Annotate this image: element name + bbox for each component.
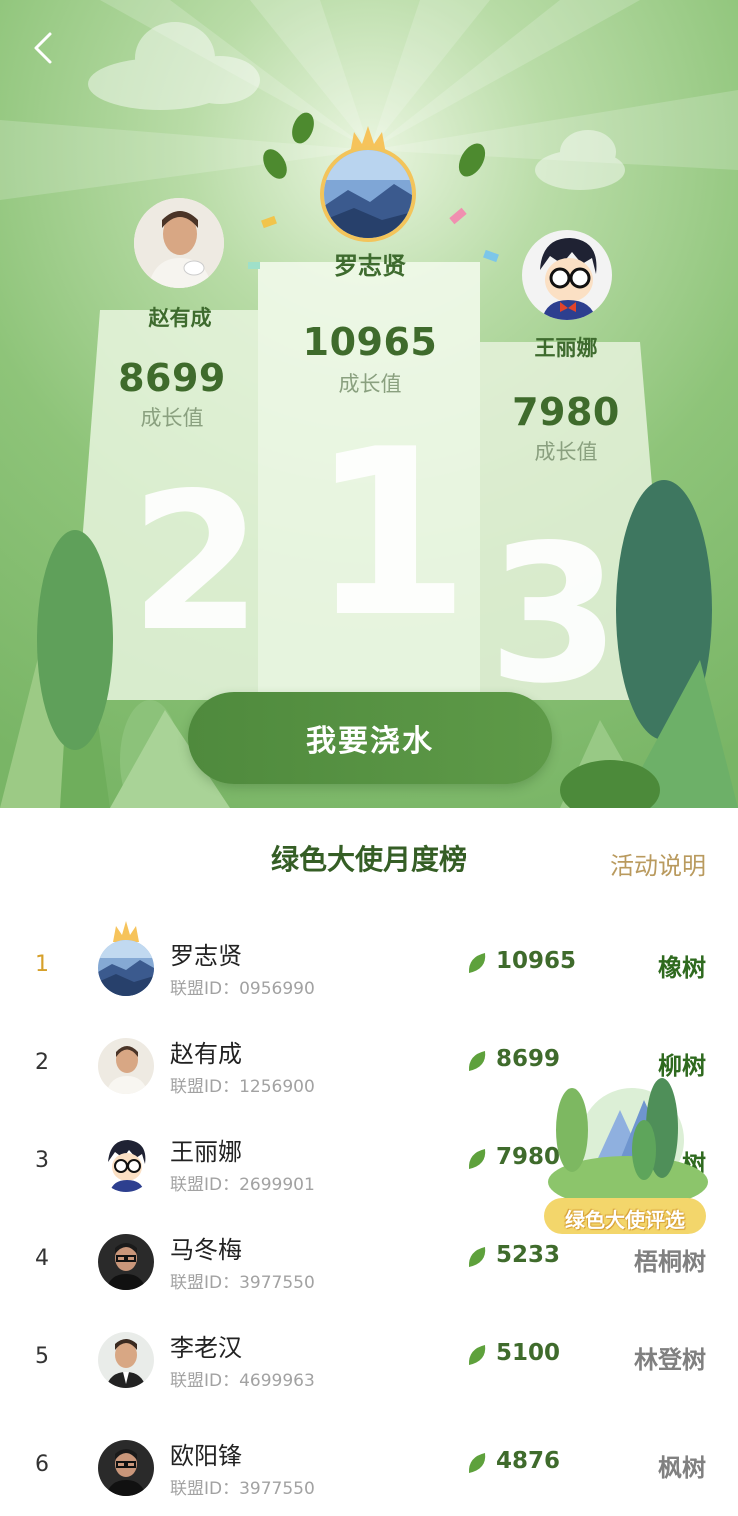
rank-number-2: 2 <box>130 452 263 673</box>
row-tree-type: 林登树 <box>634 1346 706 1374</box>
avatar <box>98 1234 154 1290</box>
rank-number-1: 1 <box>310 401 471 668</box>
first-place-unit: 成长值 <box>338 372 402 396</box>
row-value: 10965 <box>496 948 577 974</box>
row-tree-type: 梧桐树 <box>634 1248 706 1276</box>
row-uid: 联盟ID：1256900 <box>170 1077 315 1097</box>
green-ambassador-badge[interactable]: 绿色大使评选 <box>540 1070 710 1238</box>
row-name: 王丽娜 <box>170 1138 242 1166</box>
row-rank: 4 <box>35 1246 49 1271</box>
row-rank: 5 <box>35 1344 49 1369</box>
avatar-third-place[interactable] <box>522 230 612 320</box>
rank-number-3: 3 <box>488 504 621 725</box>
leaf-icon <box>468 1051 486 1071</box>
avatar <box>98 940 154 996</box>
row-rank: 3 <box>35 1148 49 1173</box>
water-button[interactable]: 我要浇水 <box>188 692 552 784</box>
row-value: 5233 <box>496 1242 561 1268</box>
row-rank: 2 <box>35 1050 49 1075</box>
avatar-first-place[interactable] <box>320 146 416 242</box>
row-uid: 联盟ID：4699963 <box>170 1371 315 1391</box>
row-tree-type: 枫树 <box>658 1454 706 1482</box>
podium-hero: 2 1 3 罗志贤 10965 成长值 赵有成 8699 成长值 王丽娜 798… <box>0 0 738 808</box>
third-place-name: 王丽娜 <box>534 336 598 360</box>
row-uid: 联盟ID：3977550 <box>170 1479 315 1499</box>
row-name: 罗志贤 <box>170 942 242 970</box>
row-uid: 联盟ID：3977550 <box>170 1273 315 1293</box>
row-uid: 联盟ID：2699901 <box>170 1175 315 1195</box>
avatar <box>98 1136 154 1192</box>
row-uid: 联盟ID：0956990 <box>170 979 315 999</box>
leaf-icon <box>468 1345 486 1365</box>
row-name: 赵有成 <box>170 1040 242 1068</box>
table-row[interactable]: 6 欧阳锋 联盟ID：3977550 4876 枫树 <box>0 1418 738 1516</box>
row-tree-type: 橡树 <box>658 954 706 982</box>
row-rank: 6 <box>35 1452 49 1477</box>
first-place-name: 罗志贤 <box>334 252 406 280</box>
avatar <box>98 1440 154 1496</box>
avatar <box>98 1038 154 1094</box>
third-place-score: 7980 <box>512 390 620 434</box>
leaf-icon <box>468 1247 486 1267</box>
rules-link[interactable]: 活动说明 <box>610 846 706 881</box>
row-value: 4876 <box>496 1448 561 1474</box>
first-place-score: 10965 <box>302 320 438 364</box>
row-name: 马冬梅 <box>170 1236 242 1264</box>
leaf-icon <box>468 953 486 973</box>
table-row[interactable]: 1 罗志贤 联盟ID：0956990 10965 橡树 <box>0 918 738 1016</box>
badge-text: 绿色大使评选 <box>565 1208 685 1232</box>
third-place-unit: 成长值 <box>534 440 598 464</box>
avatar-second-place[interactable] <box>134 198 224 288</box>
leaf-icon <box>468 1453 486 1473</box>
row-name: 李老汉 <box>170 1334 242 1362</box>
second-place-name: 赵有成 <box>148 306 212 330</box>
second-place-unit: 成长值 <box>140 406 204 430</box>
avatar <box>98 1332 154 1388</box>
row-rank: 1 <box>35 952 49 977</box>
row-value: 5100 <box>496 1340 561 1366</box>
leaf-icon <box>468 1149 486 1169</box>
back-arrow-icon[interactable] <box>26 28 62 68</box>
table-row[interactable]: 5 李老汉 联盟ID：4699963 5100 林登树 <box>0 1310 738 1408</box>
second-place-score: 8699 <box>118 356 226 400</box>
row-value: 8699 <box>496 1046 561 1072</box>
row-name: 欧阳锋 <box>170 1442 242 1470</box>
